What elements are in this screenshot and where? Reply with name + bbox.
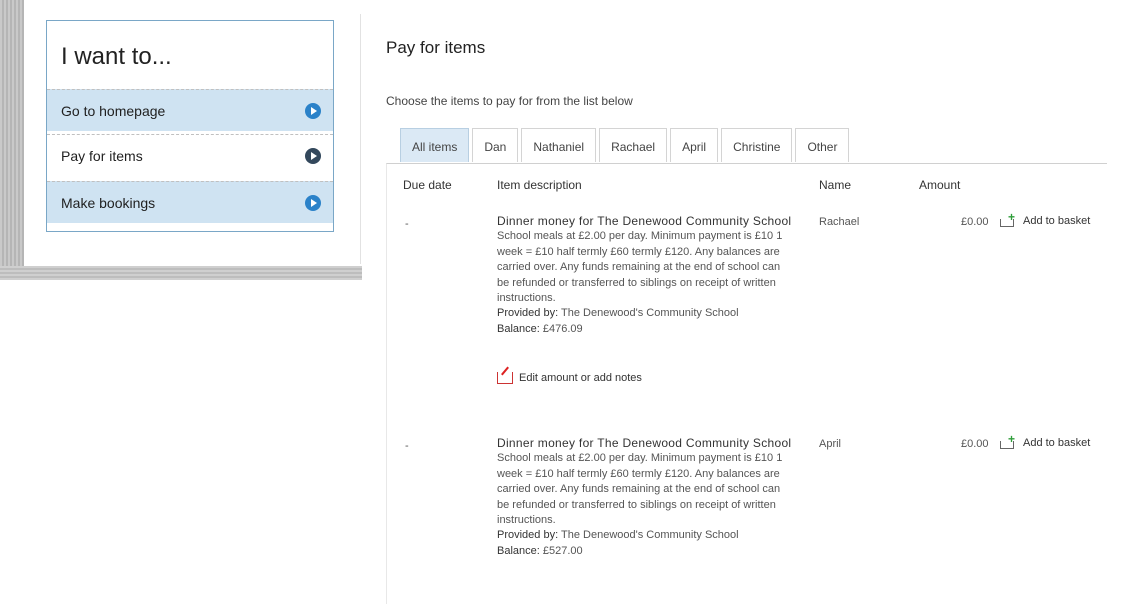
provided-by-value: The Denewood's Community School: [561, 307, 739, 320]
provided-by-label: Provided by:: [497, 307, 559, 320]
provided-by-line: Provided by: The Denewood's Community Sc…: [497, 306, 795, 321]
add-to-basket-label: Add to basket: [1023, 215, 1091, 227]
page-title: Pay for items: [386, 38, 486, 57]
column-header-name: Name: [819, 178, 852, 192]
add-to-basket-label: Add to basket: [1023, 437, 1091, 449]
item-description-text: School meals at £2.00 per day. Minimum p…: [497, 230, 783, 305]
tab-april[interactable]: April: [670, 128, 719, 162]
sidebar-item-make-bookings[interactable]: Make bookings: [47, 181, 333, 223]
balance-label: Balance:: [497, 544, 540, 557]
edit-amount-link[interactable]: Edit amount or add notes: [497, 372, 642, 384]
sidebar-item-label: Go to homepage: [61, 102, 166, 119]
basket-add-icon: [999, 432, 1017, 450]
item-description-text: School meals at £2.00 per day. Minimum p…: [497, 452, 783, 527]
item-title: Dinner money for The Denewood Community …: [497, 436, 792, 450]
name-cell: Rachael: [819, 216, 860, 228]
sidebar-title: I want to...: [61, 43, 172, 70]
content-divider: [360, 14, 361, 264]
arrow-right-circle-icon: [305, 147, 321, 164]
item-description-cell: Dinner money for The Denewood Community …: [497, 214, 795, 337]
tab-nathaniel[interactable]: Nathaniel: [521, 128, 597, 162]
edit-basket-icon: [497, 372, 513, 384]
tab-christine[interactable]: Christine: [721, 128, 793, 162]
tab-all-items[interactable]: All items: [400, 128, 470, 162]
basket-add-icon: [999, 210, 1017, 228]
scan-border-bottom: [0, 266, 362, 280]
column-header-item-description: Item description: [497, 178, 582, 192]
sidebar-item-label: Make bookings: [61, 194, 156, 211]
provided-by-line: Provided by: The Denewood's Community Sc…: [497, 528, 795, 543]
tab-bar: All items Dan Nathaniel Rachael April Ch…: [400, 128, 852, 163]
due-date-cell: -: [405, 218, 409, 230]
i-want-to-panel: I want to... Go to homepage Pay for item…: [46, 20, 334, 232]
due-date-cell: -: [405, 440, 409, 452]
balance-value: £527.00: [542, 544, 583, 557]
add-to-basket-button[interactable]: Add to basket: [999, 432, 1091, 450]
name-cell: April: [819, 438, 842, 450]
sidebar-item-homepage[interactable]: Go to homepage: [47, 89, 333, 131]
item-description-cell: Dinner money for The Denewood Community …: [497, 436, 795, 559]
items-table: Due date Item description Name Amount - …: [386, 163, 1107, 604]
amount-cell: £0.00: [961, 216, 989, 228]
tab-other[interactable]: Other: [795, 128, 850, 162]
tab-rachael[interactable]: Rachael: [599, 128, 668, 162]
balance-line: Balance: £476.09: [497, 322, 795, 337]
provided-by-value: The Denewood's Community School: [561, 529, 739, 542]
arrow-right-circle-icon: [305, 194, 321, 211]
scan-border-left: [0, 0, 24, 272]
column-header-due-date: Due date: [403, 178, 452, 192]
sidebar-item-pay-for-items[interactable]: Pay for items: [47, 134, 333, 176]
arrow-right-circle-icon: [305, 102, 321, 119]
balance-value: £476.09: [542, 322, 583, 335]
add-to-basket-button[interactable]: Add to basket: [999, 210, 1091, 228]
intro-text: Choose the items to pay for from the lis…: [386, 94, 633, 108]
table-header: Due date Item description Name Amount: [387, 164, 1107, 200]
provided-by-label: Provided by:: [497, 529, 559, 542]
balance-label: Balance:: [497, 322, 540, 335]
balance-line: Balance: £527.00: [497, 544, 795, 559]
item-title: Dinner money for The Denewood Community …: [497, 214, 792, 228]
sidebar-item-label: Pay for items: [61, 147, 143, 164]
edit-amount-label: Edit amount or add notes: [519, 372, 642, 384]
tab-dan[interactable]: Dan: [472, 128, 519, 162]
amount-cell: £0.00: [961, 438, 989, 450]
column-header-amount: Amount: [919, 178, 961, 192]
